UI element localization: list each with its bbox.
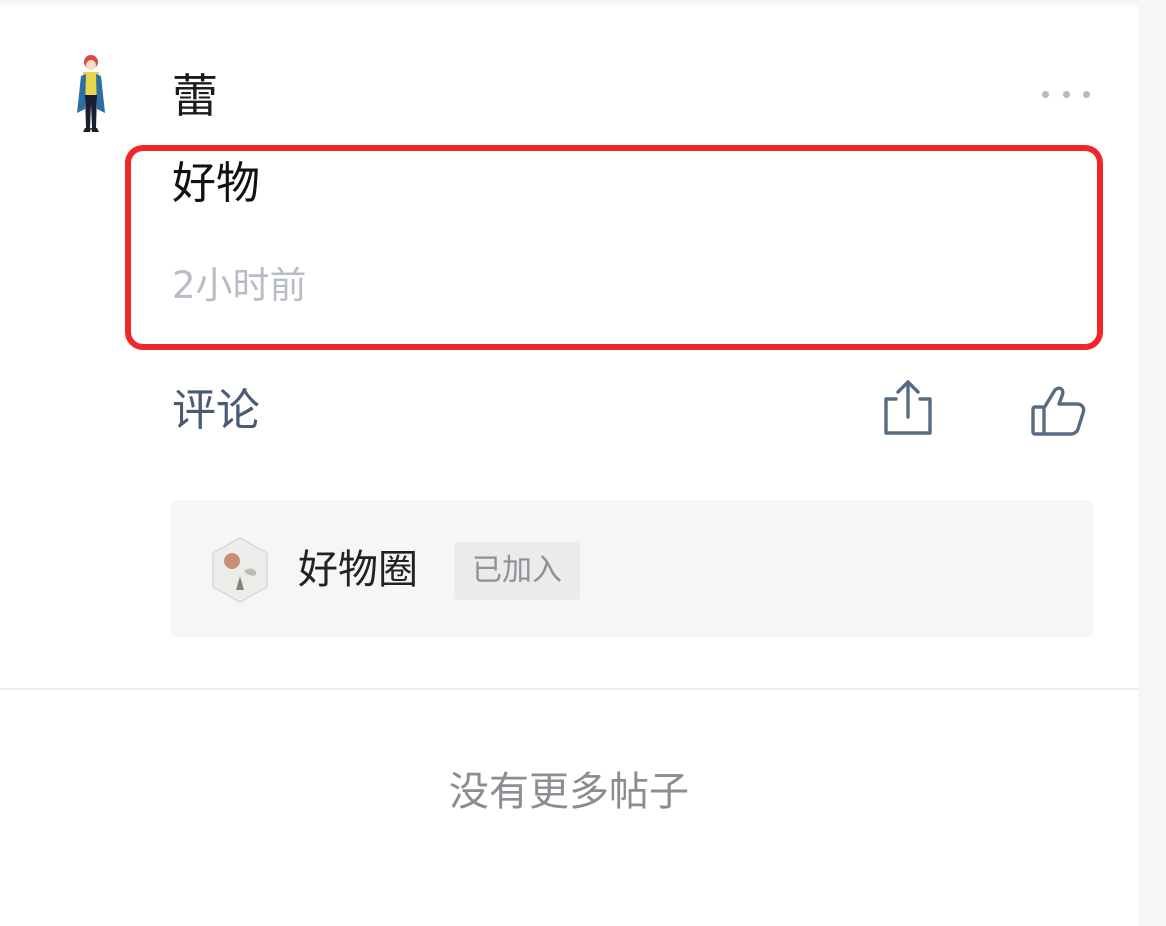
post-detail-page: 蕾 好物 2小时前 评论 好物圈 已加入 没有更多帖子 [0,0,1166,926]
post-timestamp: 2小时前 [172,264,307,307]
thumbs-up-icon[interactable] [1028,384,1088,438]
no-more-posts-message: 没有更多帖子 [0,766,1138,818]
post-content: 好物 [172,158,260,209]
top-edge-shadow [0,0,1138,8]
circle-name[interactable]: 好物圈 [298,544,418,596]
author-name[interactable]: 蕾 [172,66,218,126]
section-divider [0,688,1138,690]
comment-button[interactable]: 评论 [172,382,260,440]
joined-status-badge: 已加入 [454,542,580,600]
right-edge-strip [1138,0,1166,926]
no-more-posts-text: 没有更多帖子 [449,769,689,815]
author-avatar[interactable] [68,52,114,138]
red-highlight-box [125,145,1103,350]
circle-card[interactable]: 好物圈 已加入 [170,500,1094,638]
share-icon[interactable] [880,376,936,440]
more-dot [1042,90,1049,98]
circle-avatar [212,537,268,603]
more-options-icon[interactable] [1042,84,1090,104]
more-dot [1062,90,1070,98]
more-dot [1083,90,1090,98]
